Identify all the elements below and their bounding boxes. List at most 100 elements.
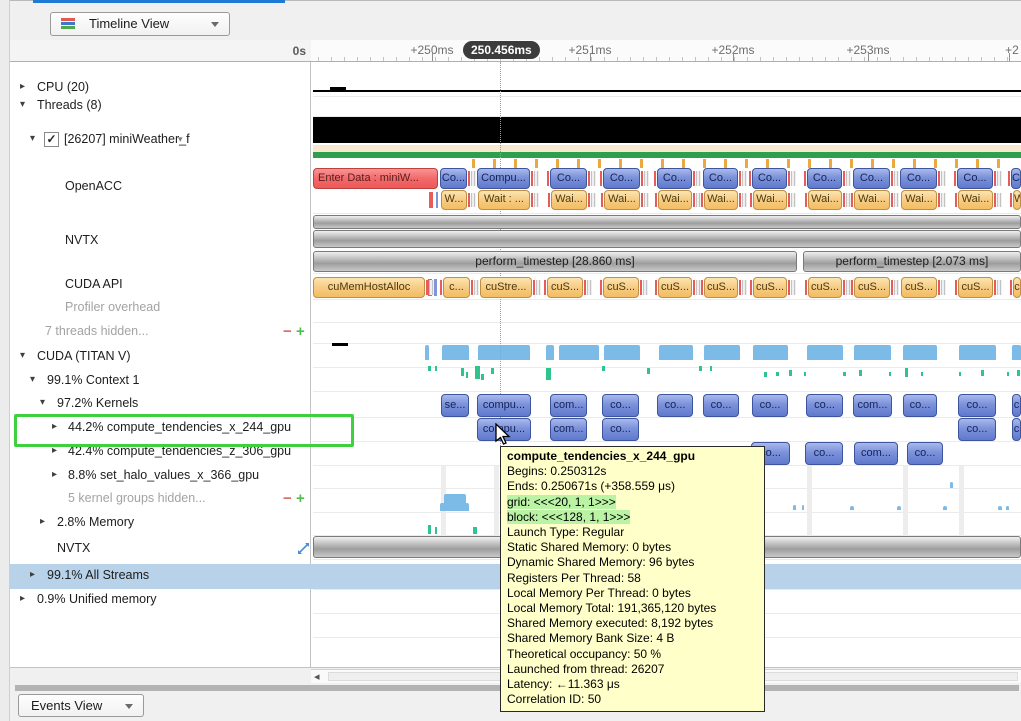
cuda-api-row-event[interactable]: cuStre... xyxy=(480,277,532,298)
openacc-compute-row-event[interactable]: Co... xyxy=(703,168,738,189)
openacc-compute-row-event[interactable]: Compu... xyxy=(477,168,530,189)
cuda-api-row-event[interactable]: cuS... xyxy=(753,277,787,298)
openacc-wait-row-event[interactable]: Wai... xyxy=(854,190,890,210)
timeline-view-dropdown[interactable]: Timeline View xyxy=(50,12,230,36)
sidebar-item-threads-8[interactable]: ▾Threads (8) xyxy=(10,97,310,119)
openacc-wait-row-event[interactable]: W... xyxy=(441,190,467,210)
expand-icon[interactable]: ▸ xyxy=(20,81,25,92)
sidebar-item-profiler-overhead[interactable]: Profiler overhead xyxy=(10,299,310,321)
openacc-compute-row-event[interactable]: Co... xyxy=(657,168,692,189)
openacc-compute-row-event[interactable]: Co... xyxy=(752,168,787,189)
expand-icon[interactable]: ▸ xyxy=(30,569,35,580)
sidebar-item-nvtx[interactable]: NVTX xyxy=(10,232,310,254)
sidebar-item-0-9-unified-memory[interactable]: ▸0.9% Unified memory xyxy=(10,591,310,613)
kernels-row-event[interactable]: com... xyxy=(853,394,892,417)
nvtx-range-bar[interactable] xyxy=(313,215,1021,229)
collapse-icon[interactable]: ▾ xyxy=(30,374,35,385)
kernels-row-event[interactable]: com... xyxy=(550,394,587,417)
remove-filter-icon[interactable]: − xyxy=(283,323,292,340)
cuda-api-row-event[interactable]: cuS... xyxy=(854,277,890,298)
kernels-row-event[interactable]: se... xyxy=(441,394,469,417)
openacc-compute-row-event[interactable]: Co... xyxy=(807,168,842,189)
expand-icon[interactable]: ▸ xyxy=(52,469,57,480)
add-filter-icon[interactable]: + xyxy=(296,323,305,340)
cuda-api-row-event[interactable]: cuS... xyxy=(603,277,639,298)
events-view-dropdown[interactable]: Events View xyxy=(18,694,144,717)
openacc-wait-row-event[interactable]: Wai... xyxy=(551,190,587,210)
cuda-api-row-event[interactable]: c xyxy=(1013,277,1021,298)
sidebar-item-2-8-memory[interactable]: ▸2.8% Memory xyxy=(10,514,310,536)
openacc-compute-row-event[interactable]: Co... xyxy=(853,168,890,189)
sidebar-item-openacc[interactable]: OpenACC xyxy=(10,178,310,200)
openacc-compute-row-event[interactable]: Co... xyxy=(957,168,993,189)
cuda-api-row-event[interactable]: c... xyxy=(443,277,470,298)
nvtx-range-bar[interactable] xyxy=(313,230,1021,248)
collapse-icon[interactable]: ▾ xyxy=(20,99,25,110)
kernel-z306-row-event[interactable]: com... xyxy=(854,442,898,465)
openacc-compute-row-event[interactable]: Co... xyxy=(603,168,640,189)
ruler-tick xyxy=(734,57,735,61)
openacc-wait-row-event[interactable]: Wai... xyxy=(658,190,692,210)
sidebar-item-nvtx[interactable]: NVTX xyxy=(10,540,310,562)
kernel-x244-row-event[interactable]: c xyxy=(1012,418,1021,441)
collapse-icon[interactable]: ▾ xyxy=(30,133,35,144)
kernels-row-event[interactable]: co... xyxy=(703,394,739,417)
openacc-wait-row-event[interactable]: Wai... xyxy=(958,190,993,210)
openacc-wait-row-event[interactable]: Wai... xyxy=(753,190,787,210)
openacc-wait-row-event[interactable]: W xyxy=(1013,190,1021,210)
sidebar-item-26207-miniweather-f[interactable]: ▾✓[26207] miniWeather_f▾ xyxy=(10,131,310,153)
sidebar-item-7-threads-hidden[interactable]: 7 threads hidden...−+ xyxy=(10,323,310,345)
openacc-compute-row-event[interactable]: Co... xyxy=(440,168,467,189)
kernels-row-event[interactable]: co... xyxy=(602,394,639,417)
kernels-row-event[interactable]: co... xyxy=(958,394,996,417)
add-filter-icon[interactable]: + xyxy=(296,490,305,507)
event-sliver xyxy=(750,193,752,207)
cuda-api-row-event[interactable]: cuS... xyxy=(704,277,738,298)
kernel-z306-row-event[interactable]: co... xyxy=(805,442,843,465)
cuda-api-row-event[interactable]: cuMemHostAlloc xyxy=(313,277,425,298)
kernels-row-event[interactable]: co... xyxy=(657,394,693,417)
nvtx-range-bar[interactable]: perform_timestep [28.860 ms] xyxy=(313,251,797,272)
expand-icon[interactable]: ▸ xyxy=(40,516,45,527)
kernels-row-event[interactable]: co... xyxy=(903,394,937,417)
kernel-x244-row-event[interactable]: com... xyxy=(550,418,587,441)
expand-row-icon[interactable] xyxy=(296,541,311,556)
sidebar-item-99-1-all-streams[interactable]: ▸99.1% All Streams xyxy=(10,567,310,589)
nvtx-range-bar[interactable]: perform_timestep [2.073 ms] xyxy=(803,251,1021,272)
collapse-icon[interactable]: ▾ xyxy=(20,350,25,361)
openacc-compute-row-event[interactable]: Enter Data : miniW... xyxy=(313,168,438,189)
openacc-wait-row-event[interactable]: Wai... xyxy=(901,190,937,210)
cuda-api-row-event[interactable]: cuS... xyxy=(808,277,842,298)
openacc-compute-row-event[interactable]: Co... xyxy=(550,168,587,189)
cuda-api-row-event[interactable]: cuS... xyxy=(901,277,937,298)
kernel-x244-row-event[interactable]: co... xyxy=(958,418,996,441)
cuda-api-row-event[interactable]: cuS... xyxy=(958,277,993,298)
openacc-wait-row-event[interactable]: Wai... xyxy=(604,190,640,210)
kernels-row-event[interactable]: co... xyxy=(806,394,843,417)
remove-filter-icon[interactable]: − xyxy=(283,490,292,507)
openacc-wait-row-event[interactable]: Wait : ... xyxy=(478,190,530,210)
scroll-left-icon[interactable]: ◂ xyxy=(314,670,320,683)
thread-options-caret[interactable]: ▾ xyxy=(178,134,183,145)
event-sliver xyxy=(894,280,899,295)
thread-checkbox[interactable]: ✓ xyxy=(44,132,59,147)
thread-running-band xyxy=(313,152,1021,158)
kernels-row-event[interactable]: co... xyxy=(752,394,788,417)
kernels-row-event[interactable]: compu... xyxy=(477,394,531,417)
openacc-wait-row-event[interactable]: Wai... xyxy=(704,190,738,210)
sidebar-item-cuda-titan-v[interactable]: ▾CUDA (TITAN V) xyxy=(10,348,310,370)
openacc-wait-row-event[interactable]: Wai... xyxy=(808,190,842,210)
collapse-icon[interactable]: ▾ xyxy=(40,397,45,408)
sidebar-item-99-1-context-1[interactable]: ▾99.1% Context 1 xyxy=(10,372,310,394)
kernel-z306-row-event[interactable]: co... xyxy=(907,442,943,465)
sidebar-item-5-kernel-groups-hidden[interactable]: 5 kernel groups hidden...−+ xyxy=(10,490,310,512)
openacc-compute-row-event[interactable]: Co... xyxy=(900,168,937,189)
cuda-api-row-event[interactable]: cuS... xyxy=(658,277,692,298)
kernels-row-event[interactable]: c xyxy=(1012,394,1021,417)
kernel-x244-row-event[interactable]: co... xyxy=(602,418,639,441)
expand-icon[interactable]: ▸ xyxy=(20,593,25,604)
sidebar-item-cuda-api[interactable]: CUDA API xyxy=(10,276,310,298)
sidebar-item-8-8-set-halo-values-x-366-gpu[interactable]: ▸8.8% set_halo_values_x_366_gpu xyxy=(10,467,310,489)
openacc-compute-row-event[interactable]: C xyxy=(1011,168,1021,189)
cuda-api-row-event[interactable]: cuS... xyxy=(547,277,583,298)
